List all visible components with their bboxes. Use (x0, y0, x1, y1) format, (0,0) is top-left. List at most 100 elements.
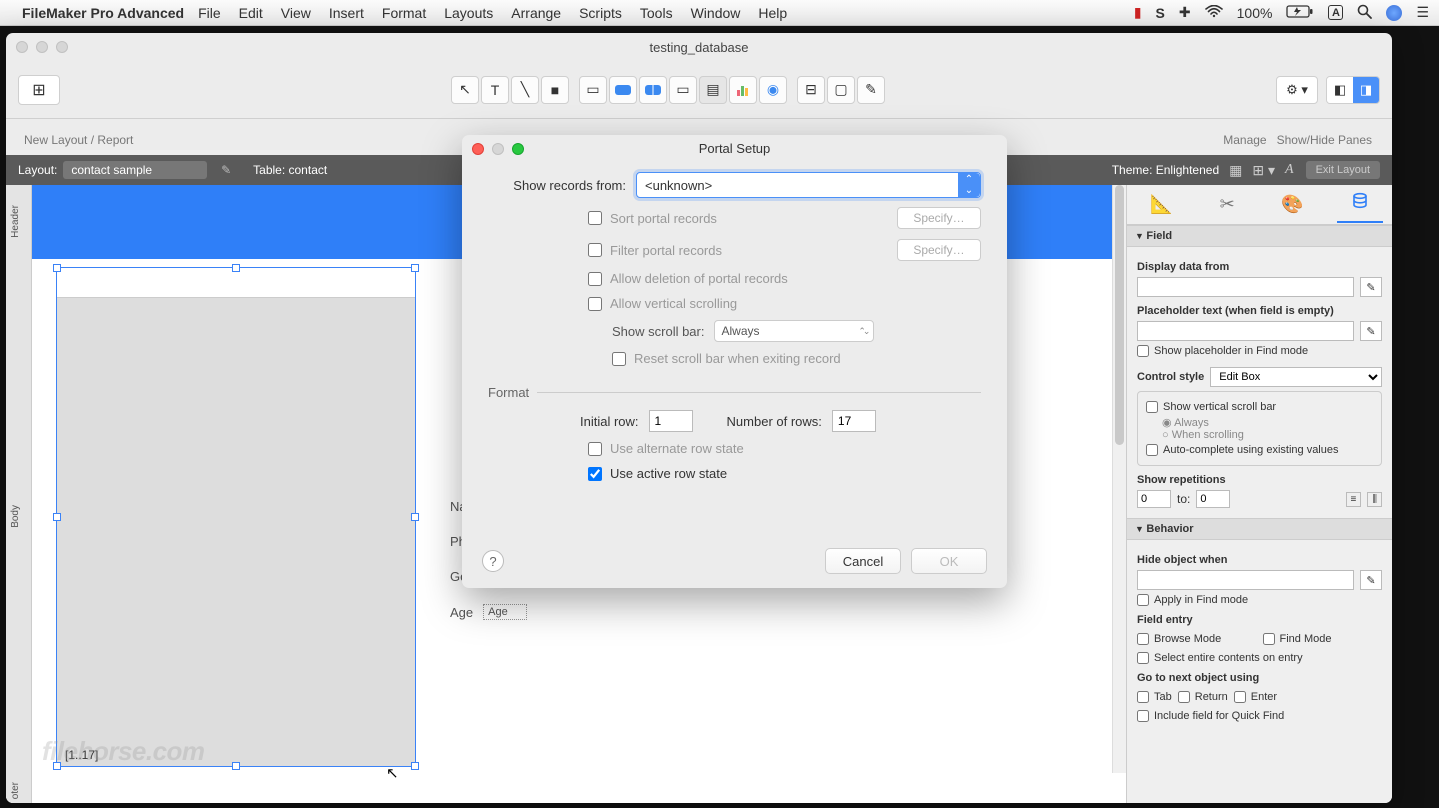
right-pane-toggle[interactable]: ◨ (1353, 77, 1379, 103)
buttonbar-tool-icon[interactable] (639, 76, 667, 104)
text-tool-icon[interactable]: T (481, 76, 509, 104)
apply-find-checkbox[interactable]: Apply in Find mode (1137, 594, 1382, 606)
canvas-scrollbar[interactable] (1112, 185, 1126, 773)
ok-button[interactable]: OK (911, 548, 987, 574)
filter-records-checkbox[interactable]: Filter portal recordsSpecify… (462, 234, 1007, 266)
alt-row-checkbox[interactable]: Use alternate row state (462, 436, 1007, 461)
menu-layouts[interactable]: Layouts (444, 5, 493, 21)
resize-handle[interactable] (53, 513, 61, 521)
resize-handle[interactable] (232, 762, 240, 770)
display-from-edit-icon[interactable]: ✎ (1360, 277, 1382, 297)
zoom-window-icon[interactable] (56, 41, 68, 53)
scrollbar-dropdown[interactable]: Always (714, 320, 874, 342)
dialog-zoom-icon[interactable] (512, 143, 524, 155)
webviewer-tool-icon[interactable]: ◉ (759, 76, 787, 104)
placeholder-edit-icon[interactable]: ✎ (1360, 321, 1382, 341)
initial-row-input[interactable] (649, 410, 693, 432)
reps-orient-icon[interactable]: ≡ (1346, 492, 1362, 507)
help-button[interactable]: ? (482, 550, 504, 572)
selection-tool-icon[interactable]: ↖ (451, 76, 479, 104)
show-records-dropdown[interactable]: <unknown> ⌃⌄ (636, 172, 981, 198)
tab-checkbox[interactable]: Tab (1137, 691, 1172, 703)
footer-part-label[interactable]: oter (10, 782, 21, 799)
portal-object[interactable]: [1..17] (56, 267, 416, 767)
position-tab-icon[interactable]: 📐 (1136, 188, 1186, 221)
resize-handle[interactable] (53, 762, 61, 770)
reps-from-input[interactable] (1137, 490, 1171, 508)
resize-handle[interactable] (232, 264, 240, 272)
left-pane-toggle[interactable]: ◧ (1327, 77, 1353, 103)
browse-mode-checkbox[interactable]: Browse Mode (1137, 633, 1257, 645)
menu-insert[interactable]: Insert (329, 5, 364, 21)
snap-toggle-icon[interactable]: ⊞ ▾ (1252, 162, 1275, 179)
behavior-section-header[interactable]: Behavior (1127, 518, 1392, 540)
menu-arrange[interactable]: Arrange (511, 5, 561, 21)
wifi-icon[interactable] (1205, 5, 1223, 21)
status-app-icon[interactable]: ▮ (1134, 4, 1142, 21)
enter-checkbox[interactable]: Enter (1234, 691, 1277, 703)
field-tool-icon[interactable]: ▭ (579, 76, 607, 104)
allow-scroll-checkbox[interactable]: Allow vertical scrolling (462, 291, 1007, 316)
sort-records-checkbox[interactable]: Sort portal recordsSpecify… (462, 202, 1007, 234)
status-plus-icon[interactable]: ✚ (1179, 4, 1191, 21)
spotlight-icon[interactable] (1357, 4, 1372, 22)
format-painter-icon[interactable]: ✎ (857, 76, 885, 104)
layout-dropdown[interactable]: contact sample (63, 161, 207, 179)
notification-center-icon[interactable]: ☰ (1416, 4, 1429, 21)
vscroll-always-radio[interactable]: ◉ Always (1162, 416, 1373, 429)
quick-find-checkbox[interactable]: Include field for Quick Find (1137, 710, 1382, 722)
grid-toggle-icon[interactable]: ▦ (1229, 162, 1242, 179)
find-mode-checkbox[interactable]: Find Mode (1263, 633, 1383, 645)
resize-handle[interactable] (411, 513, 419, 521)
placeholder-input[interactable] (1137, 321, 1354, 341)
reps-orient-icon[interactable]: ⫼ (1367, 492, 1382, 507)
resize-handle[interactable] (411, 762, 419, 770)
chart-tool-icon[interactable] (729, 76, 757, 104)
age-field[interactable]: Age (483, 604, 527, 620)
field-section-header[interactable]: Field (1127, 225, 1392, 247)
status-s-icon[interactable]: S (1156, 5, 1165, 21)
active-row-checkbox[interactable]: Use active row state (462, 461, 1007, 486)
reps-to-input[interactable] (1196, 490, 1230, 508)
text-ruler-icon[interactable]: A (1285, 162, 1294, 178)
menu-format[interactable]: Format (382, 5, 426, 21)
return-checkbox[interactable]: Return (1178, 691, 1228, 703)
resize-handle[interactable] (411, 264, 419, 272)
vscroll-checkbox[interactable]: Show vertical scroll bar (1146, 401, 1373, 413)
rectangle-tool-icon[interactable]: ■ (541, 76, 569, 104)
sort-specify-button[interactable]: Specify… (897, 207, 981, 229)
show-placeholder-checkbox[interactable]: Show placeholder in Find mode (1137, 345, 1382, 357)
menu-file[interactable]: File (198, 5, 221, 21)
display-from-input[interactable] (1137, 277, 1354, 297)
menu-help[interactable]: Help (758, 5, 787, 21)
line-tool-icon[interactable]: ╲ (511, 76, 539, 104)
appearance-tab-icon[interactable]: 🎨 (1267, 188, 1317, 221)
num-rows-input[interactable] (832, 410, 876, 432)
app-name[interactable]: FileMaker Pro Advanced (22, 5, 184, 21)
body-part-label[interactable]: Body (10, 505, 21, 528)
minimize-window-icon[interactable] (36, 41, 48, 53)
select-entire-checkbox[interactable]: Select entire contents on entry (1137, 652, 1382, 664)
menu-edit[interactable]: Edit (239, 5, 263, 21)
hide-when-input[interactable] (1137, 570, 1354, 590)
autocomplete-checkbox[interactable]: Auto-complete using existing values (1146, 444, 1373, 456)
popover-tool-icon[interactable]: ▢ (827, 76, 855, 104)
button-tool-icon[interactable] (609, 76, 637, 104)
close-window-icon[interactable] (16, 41, 28, 53)
menu-tools[interactable]: Tools (640, 5, 673, 21)
allow-delete-checkbox[interactable]: Allow deletion of portal records (462, 266, 1007, 291)
menu-view[interactable]: View (281, 5, 311, 21)
vscroll-when-radio[interactable]: ○ When scrolling (1162, 429, 1373, 441)
manage-button[interactable]: ⚙ ▾ (1276, 76, 1318, 104)
scrollbar-thumb[interactable] (1115, 185, 1124, 445)
status-a-icon[interactable]: A (1328, 5, 1343, 20)
filter-specify-button[interactable]: Specify… (897, 239, 981, 261)
styles-tab-icon[interactable]: ✂ (1206, 188, 1249, 221)
edit-layout-icon[interactable]: ✎ (221, 163, 231, 177)
menu-window[interactable]: Window (691, 5, 741, 21)
siri-icon[interactable] (1386, 5, 1402, 21)
exit-layout-button[interactable]: Exit Layout (1306, 161, 1380, 179)
resize-handle[interactable] (53, 264, 61, 272)
hide-when-edit-icon[interactable]: ✎ (1360, 570, 1382, 590)
battery-icon[interactable] (1286, 5, 1314, 21)
